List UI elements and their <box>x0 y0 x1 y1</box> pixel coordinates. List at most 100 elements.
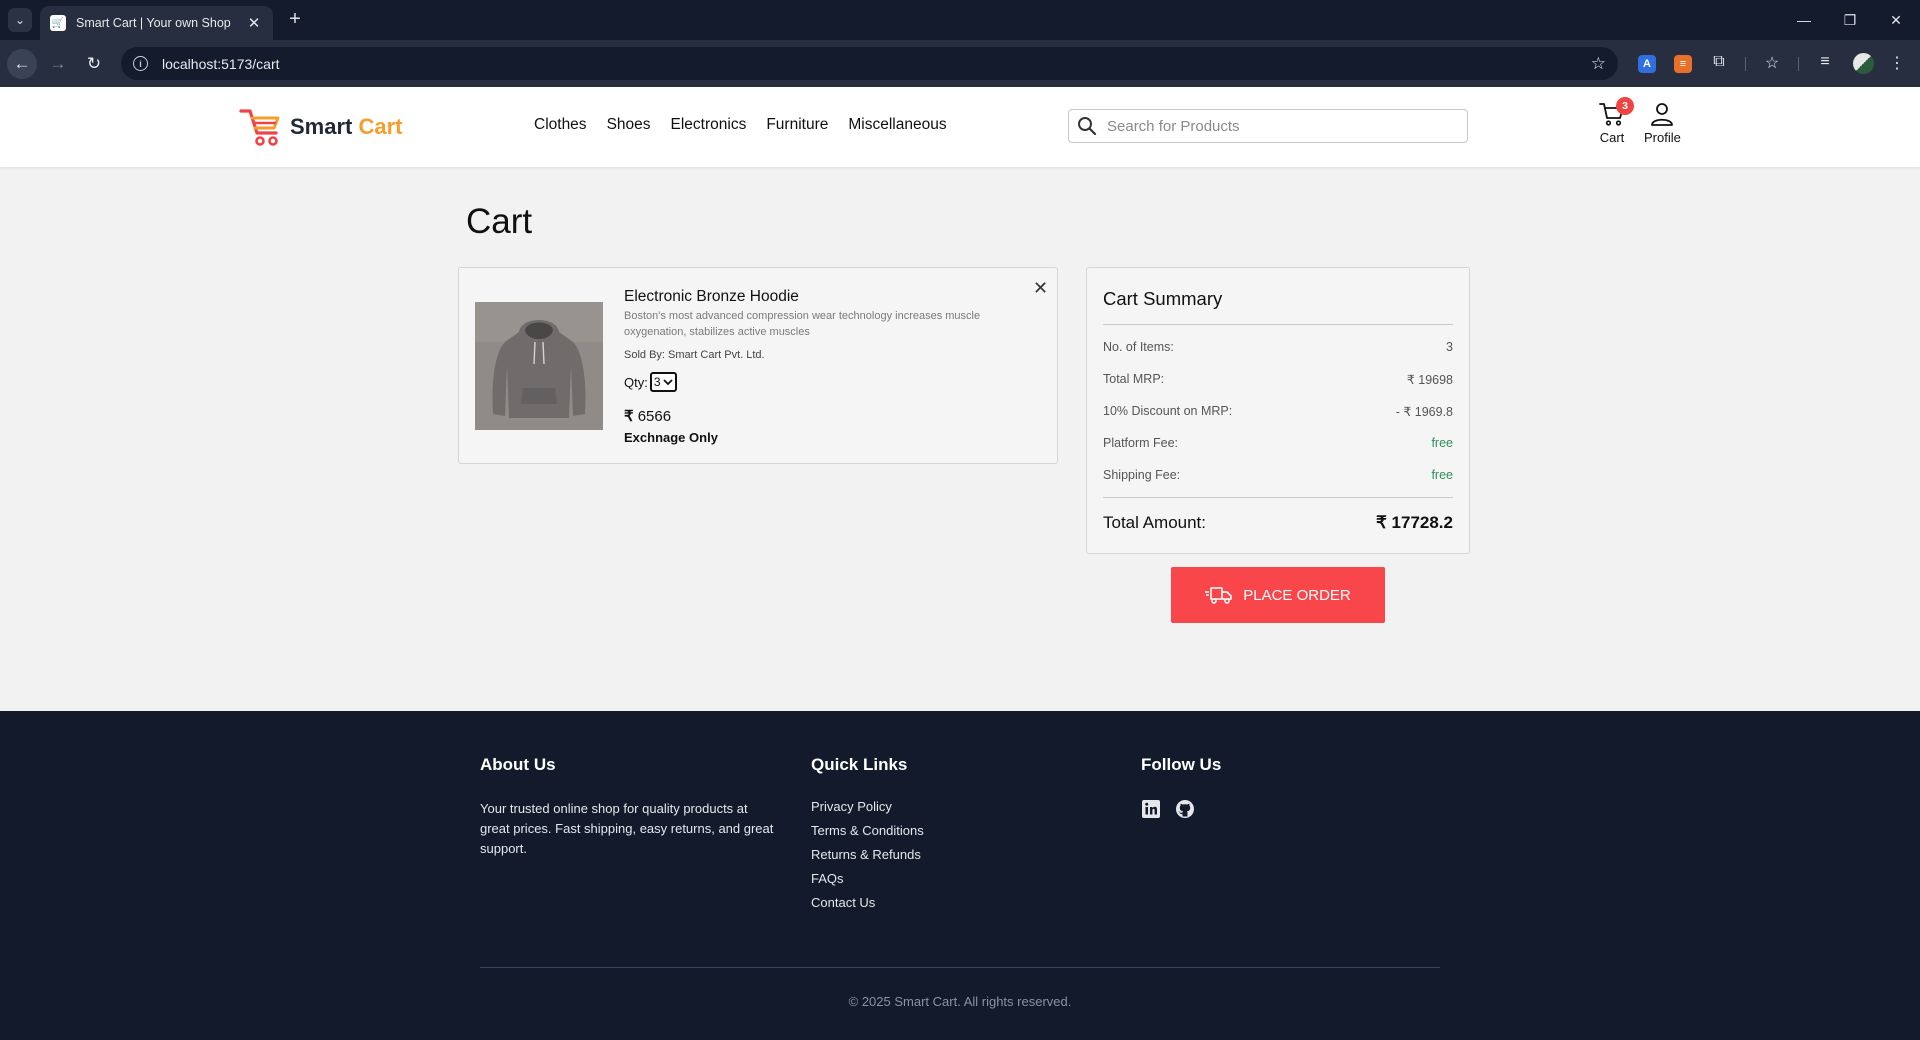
github-icon[interactable] <box>1175 799 1195 819</box>
cart-logo-icon <box>239 109 280 146</box>
new-tab-icon[interactable]: + <box>283 8 307 32</box>
nav-shoes[interactable]: Shoes <box>607 116 651 134</box>
search-icon <box>1078 117 1097 136</box>
forward-icon[interactable]: → <box>43 49 73 79</box>
footer-about: About Us Your trusted online shop for qu… <box>480 755 780 859</box>
footer-link-returns[interactable]: Returns & Refunds <box>811 847 924 862</box>
footer-follow: Follow Us <box>1141 755 1221 819</box>
chevron-down-icon <box>662 379 673 386</box>
product-name[interactable]: Electronic Bronze Hoodie <box>624 288 799 306</box>
return-policy: Exchnage Only <box>624 430 718 445</box>
summary-row-shipping-fee: Shipping Fee: free <box>1103 468 1453 482</box>
delivery-truck-icon <box>1205 587 1233 604</box>
site-footer: About Us Your trusted online shop for qu… <box>0 711 1920 1040</box>
site-info-icon[interactable]: i <box>133 56 148 71</box>
site-logo[interactable]: Smart Cart <box>238 106 403 148</box>
translate-extension-icon[interactable]: A <box>1638 55 1656 73</box>
summary-label: Shipping Fee: <box>1103 468 1181 482</box>
product-image[interactable] <box>475 302 603 430</box>
footer-copyright: © 2025 Smart Cart. All rights reserved. <box>848 994 1072 1009</box>
quantity-select[interactable]: 3 <box>649 372 677 392</box>
place-order-button[interactable]: PLACE ORDER <box>1171 567 1385 623</box>
summary-row-mrp: Total MRP: ₹ 19698 <box>1103 372 1453 387</box>
summary-label: No. of Items: <box>1103 340 1174 354</box>
footer-about-heading: About Us <box>480 755 556 774</box>
linkedin-icon[interactable] <box>1141 799 1161 819</box>
footer-divider <box>480 967 1440 968</box>
total-value: ₹ 17728.2 <box>1376 513 1453 532</box>
place-order-label: PLACE ORDER <box>1243 586 1351 604</box>
summary-label: Total MRP: <box>1103 372 1165 386</box>
summary-value: ₹ 19698 <box>1406 373 1453 387</box>
search-placeholder: Search for Products <box>1107 117 1240 135</box>
browser-menu-icon[interactable]: ⋮ <box>1886 53 1908 73</box>
nav-clothes[interactable]: Clothes <box>534 116 587 134</box>
nav-furniture[interactable]: Furniture <box>766 116 828 134</box>
qty-label: Qty: <box>624 374 648 390</box>
bookmark-star-icon[interactable]: ☆ <box>1591 54 1606 74</box>
summary-value: 3 <box>1446 340 1453 354</box>
media-controls-icon[interactable]: ≡ <box>1814 53 1836 71</box>
url-text[interactable]: localhost:5173/cart <box>162 56 1591 72</box>
notes-extension-icon[interactable]: ≡ <box>1674 55 1692 73</box>
total-label: Total Amount: <box>1103 513 1207 532</box>
seller-info: Sold By: Smart Cart Pvt. Ltd. <box>624 349 765 361</box>
nav-miscellaneous[interactable]: Miscellaneous <box>848 116 946 134</box>
footer-link-faqs[interactable]: FAQs <box>811 871 924 886</box>
cart-label: Cart <box>1599 130 1625 145</box>
total-amount-row: Total Amount: ₹ 17728.2 <box>1103 513 1453 533</box>
quantity-control: Qty: 3 <box>624 372 677 392</box>
price-value: 6566 <box>637 408 672 425</box>
close-window-icon[interactable]: ✕ <box>1876 6 1916 34</box>
user-icon <box>1651 103 1674 126</box>
logo-text-smart: Smart <box>290 114 353 139</box>
toolbar-divider <box>1745 57 1746 71</box>
summary-divider <box>1103 497 1453 498</box>
cart-item-card: Electronic Bronze Hoodie Boston's most a… <box>458 267 1058 464</box>
bookmarks-icon[interactable]: ☆ <box>1761 53 1783 73</box>
close-icon[interactable]: ✕ <box>1033 278 1048 299</box>
browser-toolbar: ← → ↻ i localhost:5173/cart ☆ A ≡ ⧉ ☆ ≡ … <box>0 40 1920 87</box>
summary-row-platform-fee: Platform Fee: free <box>1103 436 1453 450</box>
hoodie-image <box>475 302 603 430</box>
profile-label: Profile <box>1644 130 1681 145</box>
reload-icon[interactable]: ↻ <box>79 49 109 79</box>
nav-electronics[interactable]: Electronics <box>671 116 747 134</box>
rupee-icon: ₹ <box>624 408 634 425</box>
cart-summary: Cart Summary No. of Items: 3 Total MRP: … <box>1086 267 1470 554</box>
summary-label: Platform Fee: <box>1103 436 1179 450</box>
footer-link-terms[interactable]: Terms & Conditions <box>811 823 924 838</box>
logo-text-cart: Cart <box>358 114 403 139</box>
footer-about-text: Your trusted online shop for quality pro… <box>480 801 774 856</box>
summary-divider <box>1103 324 1453 325</box>
summary-value: - ₹ 1969.8 <box>1395 405 1453 419</box>
footer-link-privacy[interactable]: Privacy Policy <box>811 799 924 814</box>
cart-count-badge: 3 <box>1616 97 1634 115</box>
summary-value: free <box>1431 436 1453 450</box>
tab-close-icon[interactable]: ✕ <box>245 14 263 32</box>
tab-search-button[interactable]: ⌄ <box>8 8 32 32</box>
footer-quick-links: Quick Links Privacy Policy Terms & Condi… <box>811 755 924 910</box>
search-input[interactable]: Search for Products <box>1068 109 1468 143</box>
summary-title: Cart Summary <box>1103 288 1223 309</box>
footer-link-contact[interactable]: Contact Us <box>811 895 924 910</box>
back-icon[interactable]: ← <box>7 49 37 79</box>
footer-follow-heading: Follow Us <box>1141 755 1222 774</box>
profile-button[interactable]: Profile <box>1644 101 1681 145</box>
toolbar-divider <box>1798 57 1799 71</box>
cart-button[interactable]: 3 Cart <box>1598 97 1634 145</box>
category-nav: Clothes Shoes Electronics Furniture Misc… <box>534 116 947 134</box>
summary-label: 10% Discount on MRP: <box>1103 404 1233 418</box>
address-bar[interactable]: i localhost:5173/cart ☆ <box>121 47 1618 80</box>
site-header: Smart Cart Clothes Shoes Electronics Fur… <box>0 87 1920 167</box>
extensions-puzzle-icon[interactable]: ⧉ <box>1708 53 1730 71</box>
browser-tab-active[interactable]: 🛒 Smart Cart | Your own Shop ✕ <box>40 6 273 40</box>
product-price: ₹ 6566 <box>624 407 671 425</box>
minimize-icon[interactable]: — <box>1784 6 1824 34</box>
qty-value: 3 <box>653 375 661 389</box>
browser-tab-strip: ⌄ 🛒 Smart Cart | Your own Shop ✕ + — ❐ ✕ <box>0 0 1920 40</box>
browser-profile-avatar[interactable] <box>1853 53 1874 74</box>
summary-value: free <box>1431 468 1453 482</box>
footer-links-heading: Quick Links <box>811 755 908 774</box>
restore-icon[interactable]: ❐ <box>1830 6 1870 34</box>
